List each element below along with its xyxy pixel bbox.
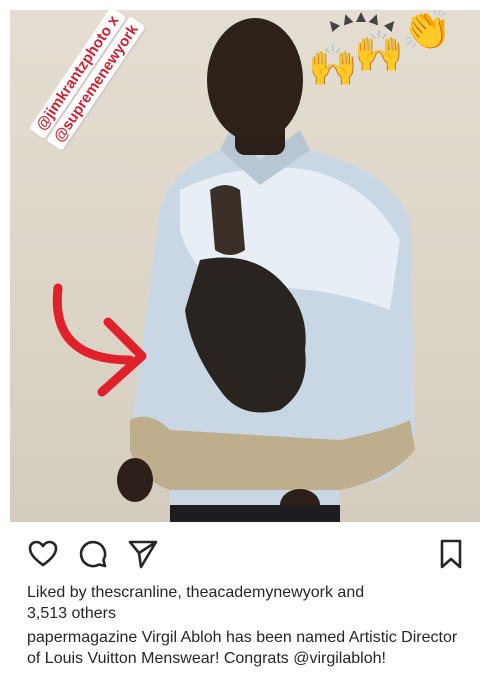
liker-link[interactable]: thescranline [91,584,177,601]
post-caption: papermagazine Virgil Abloh has been name… [27,627,472,669]
likes-others-link[interactable]: 3,513 others [27,605,116,622]
left-hand [117,458,153,502]
likes-and: and [332,584,365,601]
caption-end: ! [381,650,386,667]
bookmark-icon[interactable] [438,538,464,570]
post-actions [0,538,490,570]
arrow-icon [52,283,135,365]
likes-separator: , [177,584,187,601]
comment-icon[interactable] [77,538,109,570]
head [207,18,303,142]
likes-prefix: Liked by [27,584,92,601]
rider-graphic [210,185,245,255]
pants [170,505,340,522]
heart-icon[interactable] [27,538,59,570]
likes-summary: Liked by thescranline, theacademynewyork… [27,582,467,624]
caption-mention[interactable]: @virgilabloh [293,650,381,667]
raised-hands-icon: 🙌 [354,30,404,74]
liker-link[interactable]: theacademynewyork [186,584,333,601]
raised-hands-icon: 🙌 [308,44,358,88]
post-photo[interactable]: @jimkrantzphoto x @supremenewyork 🙌 🙌 👏 [10,10,480,522]
clapping-hands-icon: 👏 [402,10,452,52]
send-icon[interactable] [127,538,159,570]
caption-username[interactable]: papermagazine [27,629,137,646]
